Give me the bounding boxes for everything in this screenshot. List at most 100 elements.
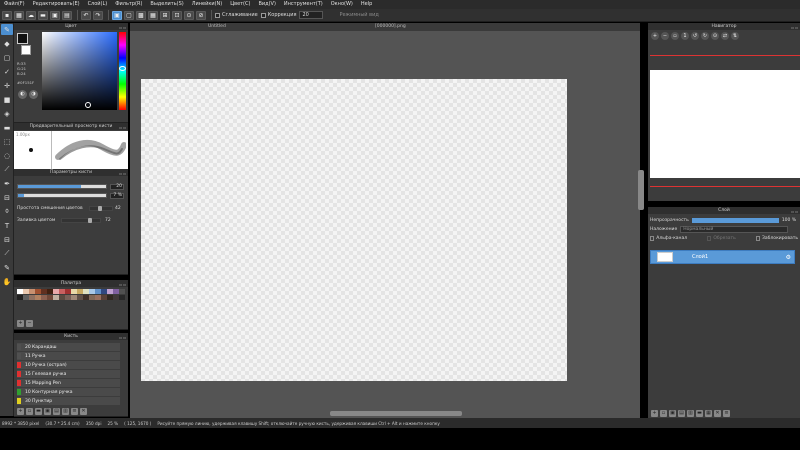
- save-icon[interactable]: ▣: [50, 10, 60, 20]
- layer-folder-icon[interactable]: ▬: [696, 410, 703, 417]
- brush-copy-icon[interactable]: ▫: [26, 408, 33, 415]
- text-tool-icon[interactable]: T: [1, 220, 13, 231]
- lasso-tool-icon[interactable]: ◌: [1, 150, 13, 161]
- rotate-icon[interactable]: ⊙: [184, 10, 194, 20]
- palette-swatch[interactable]: [113, 289, 119, 294]
- zoom-actual-icon[interactable]: 1: [681, 32, 689, 40]
- flip-vertical-icon[interactable]: ⇅: [731, 32, 739, 40]
- new-text-layer-icon[interactable]: ▤: [678, 410, 685, 417]
- brush-list-item[interactable]: 30 Пунктир: [17, 397, 120, 405]
- clip-checkbox[interactable]: [707, 236, 712, 241]
- eyedropper-icon[interactable]: ⟋: [1, 248, 13, 259]
- layer-opacity-slider[interactable]: [691, 218, 779, 223]
- duplicate-layer-icon[interactable]: ▥: [687, 410, 694, 417]
- brush-list-item[interactable]: 20 Карандаш: [17, 343, 120, 351]
- panel-controls-icon[interactable]: ▫ ▫: [119, 170, 126, 177]
- brush-opacity-value[interactable]: 7 %: [110, 192, 124, 199]
- horizontal-scrollbar[interactable]: [330, 411, 462, 416]
- export-icon[interactable]: ▤: [62, 10, 72, 20]
- palette-swatch[interactable]: [71, 289, 77, 294]
- brush-settings-icon[interactable]: ▣: [44, 408, 51, 415]
- menu-view[interactable]: Вид(V): [254, 0, 279, 9]
- brush-list-item[interactable]: 15 Гелевая ручка: [17, 370, 120, 378]
- alpha-checkbox[interactable]: [650, 236, 655, 241]
- grid-icon[interactable]: ▦: [14, 10, 24, 20]
- palette-swatch[interactable]: [23, 295, 29, 300]
- saturation-value-picker[interactable]: [42, 32, 117, 110]
- select-all-icon[interactable]: ▣: [112, 10, 122, 20]
- zoom-in-icon[interactable]: +: [651, 32, 659, 40]
- hand-tool-icon[interactable]: ✋: [1, 276, 13, 287]
- grid-toggle-icon[interactable]: ▦: [148, 10, 158, 20]
- navigator-preview[interactable]: [650, 70, 800, 178]
- palette-swatch[interactable]: [17, 289, 23, 294]
- correction-checkbox[interactable]: [260, 12, 266, 18]
- palette-swatch[interactable]: [101, 289, 107, 294]
- palette-swatch[interactable]: [107, 295, 113, 300]
- palette-swatch[interactable]: [71, 295, 77, 300]
- rect-select-icon[interactable]: ▢: [1, 52, 13, 63]
- palette-swatch[interactable]: [89, 295, 95, 300]
- palette-swatch[interactable]: [47, 295, 53, 300]
- palette-swatch[interactable]: [107, 289, 113, 294]
- palette-swatch[interactable]: [17, 295, 23, 300]
- folder-icon[interactable]: ▬: [38, 10, 48, 20]
- brush-size-slider[interactable]: [17, 184, 107, 189]
- layer-menu-icon[interactable]: ≡: [723, 410, 730, 417]
- palette-swatch[interactable]: [29, 295, 35, 300]
- check-icon[interactable]: ✓: [1, 66, 13, 77]
- snap-icon[interactable]: ⊘: [196, 10, 206, 20]
- panel-controls-icon[interactable]: ▫ ▫: [791, 208, 798, 215]
- palette-swatch[interactable]: [59, 295, 65, 300]
- lock-checkbox[interactable]: [755, 236, 761, 241]
- tab-image[interactable]: [000000].png: [375, 23, 406, 31]
- background-color-swatch[interactable]: [21, 45, 31, 55]
- color-picker-icon[interactable]: ◑: [29, 90, 38, 99]
- menu-edit[interactable]: Редактировать(E): [29, 0, 84, 9]
- palette-swatch[interactable]: [83, 295, 89, 300]
- gradient-tool-icon[interactable]: ▬: [1, 122, 13, 133]
- layer-delete-icon[interactable]: ✕: [714, 410, 721, 417]
- new-file-icon[interactable]: ▪: [2, 10, 12, 20]
- hue-cursor[interactable]: [119, 66, 126, 71]
- add-swatch-icon[interactable]: +: [17, 320, 24, 327]
- zoom-out-icon[interactable]: −: [661, 32, 669, 40]
- brush-add-icon[interactable]: +: [17, 408, 24, 415]
- brush-list-icon[interactable]: ≡: [71, 408, 78, 415]
- brush-tool-icon[interactable]: ✎: [1, 24, 13, 35]
- palette-swatch[interactable]: [95, 289, 101, 294]
- crop-icon[interactable]: ⊡: [172, 10, 182, 20]
- pen-icon[interactable]: ✎: [1, 262, 13, 273]
- mix-knob[interactable]: [98, 206, 102, 211]
- brush-folder-icon[interactable]: ▬: [35, 408, 42, 415]
- brush-download-icon[interactable]: ▥: [62, 408, 69, 415]
- hue-slider[interactable]: [119, 32, 126, 110]
- brush-list-item[interactable]: 10 Ручка (острая): [17, 361, 120, 369]
- palette-swatch[interactable]: [101, 295, 107, 300]
- color-cursor[interactable]: [85, 102, 91, 108]
- rotate-right-icon[interactable]: ↻: [701, 32, 709, 40]
- new-layer-icon[interactable]: +: [651, 410, 658, 417]
- palette-swatch[interactable]: [35, 289, 41, 294]
- vertical-scrollbar[interactable]: [638, 170, 644, 210]
- correction-select[interactable]: 20: [299, 11, 324, 19]
- invert-selection-icon[interactable]: ▩: [136, 10, 146, 20]
- menu-ruler[interactable]: Линейки(N): [188, 0, 227, 9]
- blend-mode-select[interactable]: Нормальный: [680, 226, 789, 233]
- palette-swatch[interactable]: [47, 289, 53, 294]
- menu-file[interactable]: Файл(F): [0, 0, 29, 9]
- fill-slider[interactable]: [61, 218, 101, 223]
- menu-window[interactable]: Окно(W): [327, 0, 357, 9]
- brush-opacity-slider[interactable]: [17, 193, 107, 198]
- palette-swatch[interactable]: [113, 295, 119, 300]
- palette-swatch[interactable]: [83, 289, 89, 294]
- foreground-color-swatch[interactable]: [17, 33, 28, 44]
- select-tool-icon[interactable]: ⬚: [1, 136, 13, 147]
- new-vector-icon[interactable]: ▣: [669, 410, 676, 417]
- cloud-icon[interactable]: ☁: [26, 10, 36, 20]
- frame-tool-icon[interactable]: ⊟: [1, 234, 13, 245]
- palette-swatch[interactable]: [77, 295, 83, 300]
- flip-horizontal-icon[interactable]: ⇄: [721, 32, 729, 40]
- menu-color[interactable]: Цвет(C): [226, 0, 254, 9]
- undo-icon[interactable]: ↶: [81, 10, 91, 20]
